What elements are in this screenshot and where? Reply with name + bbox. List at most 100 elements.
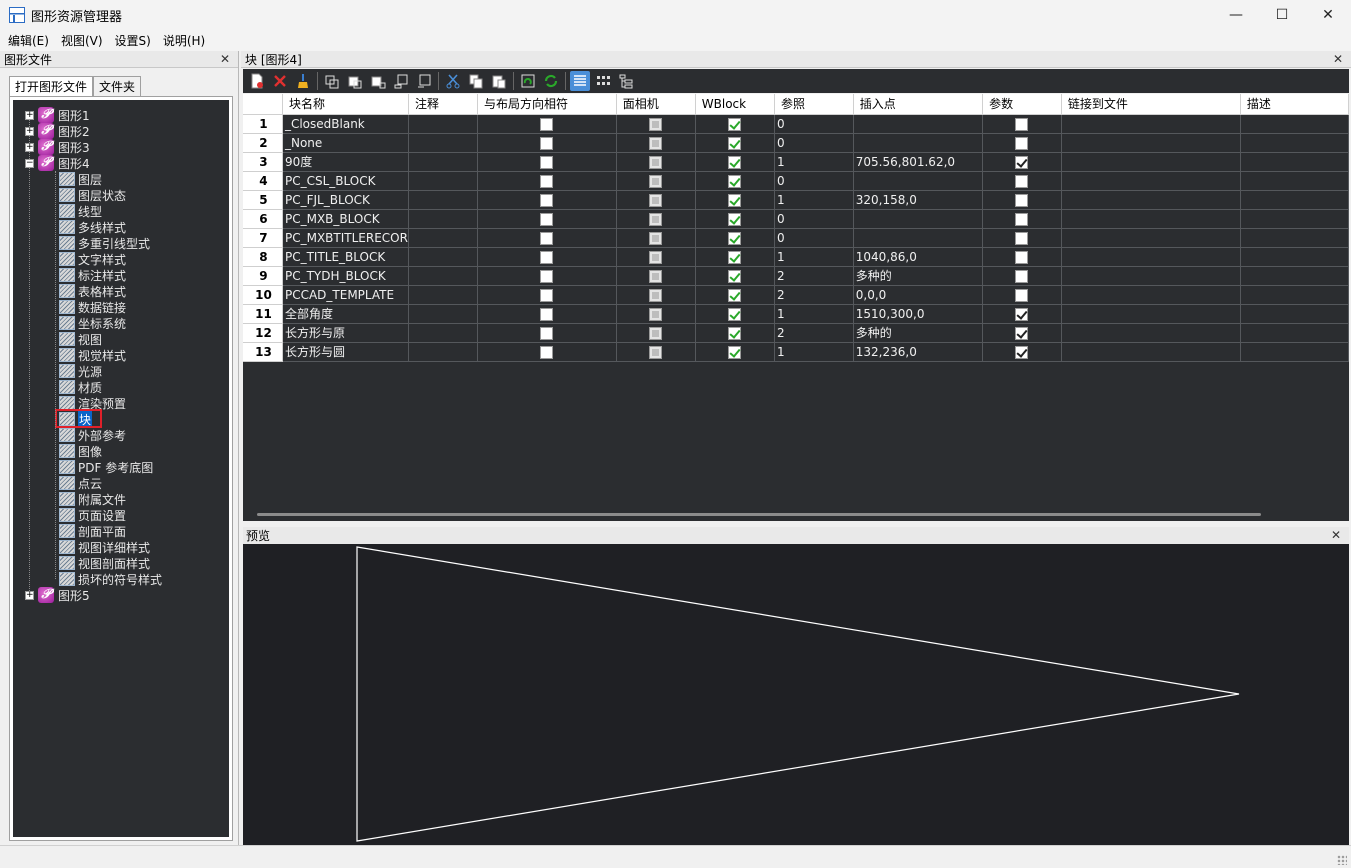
delete-icon[interactable] — [270, 71, 290, 91]
copy-blocks-icon[interactable] — [322, 71, 342, 91]
tree-item-resource-23[interactable]: 剖面平面 — [59, 523, 126, 539]
block-name-cell[interactable]: PC_MXB_BLOCK — [282, 209, 409, 229]
col-header-description[interactable]: 描述 — [1240, 94, 1349, 115]
right-panel-close-icon[interactable]: ✕ — [1333, 52, 1343, 66]
purge-icon[interactable] — [293, 71, 313, 91]
match-layout-checkbox[interactable] — [540, 193, 554, 207]
parameter-checkbox[interactable] — [1015, 307, 1029, 321]
table-row[interactable]: 4 PC_CSL_BLOCK 0 — [243, 171, 1349, 191]
tree-item-resource-25[interactable]: 视图剖面样式 — [59, 555, 150, 571]
minimize-button[interactable]: — — [1213, 0, 1259, 30]
row-number[interactable]: 8 — [243, 247, 283, 267]
new-icon[interactable] — [247, 71, 267, 91]
table-row[interactable]: 7 PC_MXBTITLERECOR 0 — [243, 228, 1349, 248]
parameter-checkbox[interactable] — [1015, 136, 1029, 150]
block-name-cell[interactable]: _ClosedBlank — [282, 114, 409, 134]
block-name-cell[interactable]: PC_FJL_BLOCK — [282, 190, 409, 210]
tree-item-resource-9[interactable]: 数据链接 — [59, 299, 126, 315]
tree-item-resource-7[interactable]: 标注样式 — [59, 267, 126, 283]
parameter-checkbox[interactable] — [1015, 269, 1029, 283]
match-layout-checkbox[interactable] — [540, 212, 554, 226]
match-layout-checkbox[interactable] — [540, 117, 554, 131]
tree-item-resource-1[interactable]: 图层 — [59, 171, 102, 187]
col-header-face-camera[interactable]: 面相机 — [616, 94, 696, 115]
tree-item-resource-6[interactable]: 文字样式 — [59, 251, 126, 267]
match-layout-checkbox[interactable] — [540, 326, 554, 340]
row-number[interactable]: 7 — [243, 228, 283, 248]
parameter-checkbox[interactable] — [1015, 345, 1029, 359]
tree-item-resource-18[interactable]: 图像 — [59, 443, 102, 459]
wblock-checkbox[interactable] — [728, 250, 742, 264]
block-name-cell[interactable]: PC_TYDH_BLOCK — [282, 266, 409, 286]
block-name-cell[interactable]: 90度 — [282, 152, 409, 172]
redefine-icon[interactable] — [391, 71, 411, 91]
tree-item-resource-5[interactable]: 多重引线型式 — [59, 235, 150, 251]
menu-edit[interactable]: 编辑(E) — [2, 32, 55, 49]
wblock-checkbox[interactable] — [728, 345, 742, 359]
wblock-checkbox[interactable] — [728, 212, 742, 226]
col-header-parameters[interactable]: 参数 — [982, 94, 1062, 115]
close-button[interactable]: ✕ — [1305, 0, 1351, 30]
col-header-name[interactable]: 块名称 — [282, 94, 409, 115]
parameter-checkbox[interactable] — [1015, 288, 1029, 302]
wblock-checkbox[interactable] — [728, 307, 742, 321]
tree-item-resource-26[interactable]: 损坏的符号样式 — [59, 571, 162, 587]
maximize-button[interactable]: ☐ — [1259, 0, 1305, 30]
cut-icon[interactable] — [443, 71, 463, 91]
tree-item-resource-2[interactable]: 图层状态 — [59, 187, 126, 203]
wblock-checkbox[interactable] — [728, 174, 742, 188]
parameter-checkbox[interactable] — [1015, 250, 1029, 264]
row-number[interactable]: 12 — [243, 323, 283, 343]
col-header-wblock[interactable]: WBlock — [695, 94, 776, 115]
tree-item-resource-14[interactable]: 材质 — [59, 379, 102, 395]
block-name-cell[interactable]: 长方形与圆 — [282, 342, 409, 362]
tree-item-resource-24[interactable]: 视图详细样式 — [59, 539, 150, 555]
list-view-icon[interactable] — [570, 71, 590, 91]
match-layout-checkbox[interactable] — [540, 155, 554, 169]
tree-item-resource-19[interactable]: PDF 参考底图 — [59, 459, 153, 475]
row-number[interactable]: 5 — [243, 190, 283, 210]
tree-item-resource-3[interactable]: 线型 — [59, 203, 102, 219]
match-layout-checkbox[interactable] — [540, 231, 554, 245]
tab-folders[interactable]: 文件夹 — [93, 76, 142, 96]
tree-item-resource-4[interactable]: 多线样式 — [59, 219, 126, 235]
tree-item-resource-21[interactable]: 附属文件 — [59, 491, 126, 507]
export-icon[interactable] — [414, 71, 434, 91]
tree-item-resource-12[interactable]: 视觉样式 — [59, 347, 126, 363]
wblock-checkbox[interactable] — [728, 231, 742, 245]
block-name-cell[interactable]: PC_MXBTITLERECOR — [282, 228, 409, 248]
row-number[interactable]: 13 — [243, 342, 283, 362]
table-row[interactable]: 10 PCCAD_TEMPLATE 2 0,0,0 — [243, 285, 1349, 305]
match-layout-checkbox[interactable] — [540, 136, 554, 150]
table-row[interactable]: 12 长方形与原 2 多种的 — [243, 323, 1349, 343]
tree-item-resource-11[interactable]: 视图 — [59, 331, 102, 347]
row-number[interactable]: 4 — [243, 171, 283, 191]
resize-grip[interactable] — [1337, 855, 1347, 865]
menu-help[interactable]: 说明(H) — [157, 32, 211, 49]
row-number[interactable]: 10 — [243, 285, 283, 305]
left-panel-close-icon[interactable]: ✕ — [220, 52, 230, 66]
tree-item-resource-13[interactable]: 光源 — [59, 363, 102, 379]
col-header-note[interactable]: 注释 — [408, 94, 478, 115]
expand-icon[interactable]: + — [25, 110, 34, 120]
parameter-checkbox[interactable] — [1015, 326, 1029, 340]
menu-view[interactable]: 视图(V) — [55, 32, 109, 49]
refresh-icon[interactable] — [541, 71, 561, 91]
wblock-checkbox[interactable] — [728, 117, 742, 131]
table-row[interactable]: 3 90度 1 705.56,801.62,0 — [243, 152, 1349, 172]
wblock-checkbox[interactable] — [728, 269, 742, 283]
block-name-cell[interactable]: PC_TITLE_BLOCK — [282, 247, 409, 267]
match-layout-checkbox[interactable] — [540, 174, 554, 188]
row-number[interactable]: 1 — [243, 114, 283, 134]
col-header-link-file[interactable]: 链接到文件 — [1061, 94, 1241, 115]
col-header-references[interactable]: 参照 — [774, 94, 854, 115]
expand-icon[interactable]: + — [25, 126, 34, 136]
match-layout-checkbox[interactable] — [540, 250, 554, 264]
expand-icon[interactable]: + — [25, 142, 34, 152]
match-layout-checkbox[interactable] — [540, 269, 554, 283]
parameter-checkbox[interactable] — [1015, 193, 1029, 207]
tree-item-drawing-2[interactable]: + 𝒫 图形2 — [25, 123, 90, 139]
row-number[interactable]: 2 — [243, 133, 283, 153]
expand-icon[interactable]: + — [25, 590, 34, 600]
tree-view-icon[interactable] — [616, 71, 636, 91]
